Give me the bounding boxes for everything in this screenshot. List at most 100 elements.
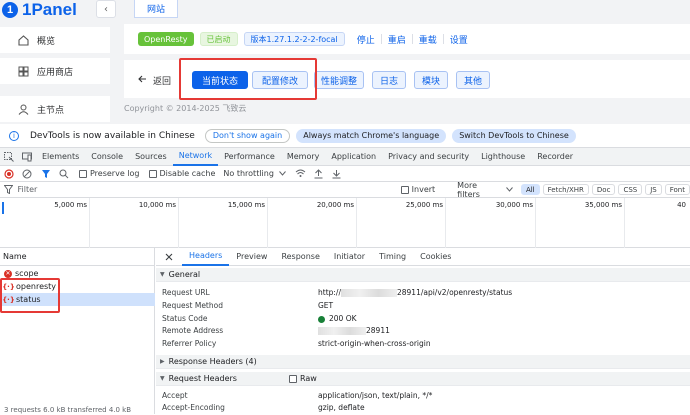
- collapse-sidebar-button[interactable]: ‹: [96, 0, 116, 18]
- header-row: Remote Address 28911: [156, 326, 690, 338]
- timeline-tick-label: 10,000 ms: [138, 201, 176, 209]
- response-headers-section-header[interactable]: ▶ Response Headers (4): [156, 355, 690, 369]
- disable-cache-label: Disable cache: [159, 169, 216, 178]
- tab-preview[interactable]: Preview: [229, 248, 274, 266]
- inspect-element-icon[interactable]: [3, 151, 15, 163]
- other-button[interactable]: 其他: [456, 71, 490, 89]
- preserve-log-checkbox[interactable]: [79, 169, 87, 178]
- close-detail-icon[interactable]: [156, 248, 182, 266]
- network-overview-timeline[interactable]: 5,000 ms 10,000 ms 15,000 ms 20,000 ms 2…: [0, 198, 690, 248]
- status-ok-icon: [318, 315, 325, 323]
- filter-icon[interactable]: [40, 168, 52, 180]
- divider: [380, 34, 382, 44]
- sidebar-item-label: 概览: [37, 36, 56, 47]
- network-conditions-icon[interactable]: [295, 168, 307, 180]
- timeline-tick: [89, 198, 90, 248]
- back-button[interactable]: 返回: [138, 74, 171, 87]
- record-icon[interactable]: [3, 168, 15, 180]
- header-row: Request Method GET: [156, 301, 690, 313]
- divider: [411, 34, 413, 44]
- version-badge: 版本1.27.1.2-2-2-focal: [243, 32, 345, 46]
- arrow-left-icon: [138, 75, 147, 86]
- tab-lighthouse[interactable]: Lighthouse: [475, 148, 531, 166]
- general-section-header[interactable]: ▼ General: [156, 268, 690, 282]
- tab-privacy-security[interactable]: Privacy and security: [382, 148, 475, 166]
- performance-button[interactable]: 性能调整: [314, 71, 364, 89]
- more-filters-dropdown[interactable]: More filters: [457, 181, 500, 199]
- sidebar-item-label: 主节点: [37, 105, 65, 116]
- restart-button[interactable]: 重启: [388, 33, 406, 46]
- disable-cache-checkbox[interactable]: [148, 169, 157, 178]
- highlight-box: [0, 278, 60, 313]
- tab-application[interactable]: Application: [325, 148, 382, 166]
- type-filter-font[interactable]: Font: [664, 184, 690, 195]
- header-row: Referrer Policy strict-origin-when-cross…: [156, 339, 690, 351]
- tab-performance[interactable]: Performance: [218, 148, 281, 166]
- type-filter-all[interactable]: All: [520, 184, 540, 195]
- filter-input[interactable]: Filter: [18, 185, 401, 194]
- tab-network[interactable]: Network: [172, 148, 219, 166]
- triangle-right-icon: ▶: [160, 358, 165, 365]
- grid-icon: [18, 66, 29, 77]
- status-badge: 已启动: [199, 32, 238, 46]
- tab-timing[interactable]: Timing: [372, 248, 413, 266]
- request-headers-section-header[interactable]: ▼ Request Headers Raw: [156, 372, 690, 386]
- settings-button[interactable]: 设置: [450, 33, 468, 46]
- clear-icon[interactable]: [21, 168, 33, 180]
- module-button[interactable]: 模块: [414, 71, 448, 89]
- switch-language-button[interactable]: Switch DevTools to Chinese: [452, 128, 576, 143]
- header-key: Referrer Policy: [162, 339, 217, 348]
- timeline-tick-label: 30,000 ms: [495, 201, 533, 209]
- column-header-name[interactable]: Name: [0, 248, 155, 266]
- sidebar-item-appstore[interactable]: 应用商店: [0, 58, 110, 84]
- reload-button[interactable]: 重载: [419, 33, 437, 46]
- log-button[interactable]: 日志: [372, 71, 406, 89]
- stop-button[interactable]: 停止: [357, 33, 375, 46]
- header-row: Accept application/json, text/plain, */*: [156, 391, 690, 403]
- tab-response[interactable]: Response: [274, 248, 326, 266]
- tab-initiator[interactable]: Initiator: [327, 248, 372, 266]
- throttling-select[interactable]: No throttling: [223, 169, 274, 178]
- triangle-down-icon: ▼: [160, 271, 165, 278]
- match-language-button[interactable]: Always match Chrome's language: [296, 128, 447, 143]
- upload-icon[interactable]: [313, 168, 325, 180]
- app-panel: 1 1Panel 概览 应用商店 主节点 ‹ 网站 OpenResty 已启动 …: [0, 0, 690, 124]
- dont-show-again-button[interactable]: Don't show again: [204, 128, 291, 143]
- header-value: strict-origin-when-cross-origin: [318, 339, 431, 348]
- network-toolbar: Preserve log Disable cache No throttling: [0, 166, 690, 182]
- error-icon: ✕: [4, 269, 12, 278]
- tab-headers[interactable]: Headers: [182, 248, 230, 266]
- tab-memory[interactable]: Memory: [281, 148, 326, 166]
- download-icon[interactable]: [331, 168, 343, 180]
- timeline-tick-label: 20,000 ms: [316, 201, 354, 209]
- tab-console[interactable]: Console: [85, 148, 129, 166]
- invert-checkbox[interactable]: [400, 185, 409, 194]
- search-icon[interactable]: [58, 168, 70, 180]
- timeline-tick-label: 15,000 ms: [227, 201, 265, 209]
- detail-tabbar: Headers Preview Response Initiator Timin…: [156, 248, 690, 266]
- header-key: Request URL: [162, 288, 210, 297]
- type-filter-css[interactable]: CSS: [618, 184, 643, 195]
- back-label: 返回: [153, 77, 172, 87]
- type-filter-fetch-xhr[interactable]: Fetch/XHR: [542, 184, 589, 195]
- timeline-request-bar: [2, 202, 4, 214]
- device-toolbar-icon[interactable]: [21, 151, 33, 163]
- header-row: Request URL http://28911/api/v2/openrest…: [156, 288, 690, 300]
- raw-checkbox[interactable]: [288, 374, 297, 383]
- status-summary: 3 requests 6.0 kB transferred 4.0 kB: [4, 406, 132, 414]
- tab-recorder[interactable]: Recorder: [531, 148, 579, 166]
- header-value: 28911: [318, 326, 390, 335]
- devtools-tabbar: Elements Console Sources Network Perform…: [0, 148, 690, 166]
- timeline-tick: [178, 198, 179, 248]
- sidebar-item-overview[interactable]: 概览: [0, 27, 110, 53]
- type-filter-js[interactable]: JS: [645, 184, 662, 195]
- highlight-box: [179, 58, 317, 100]
- type-filter-doc[interactable]: Doc: [591, 184, 616, 195]
- logo-mark: 1: [2, 2, 18, 18]
- tab-elements[interactable]: Elements: [36, 148, 85, 166]
- sidebar-item-master-node[interactable]: 主节点: [0, 96, 110, 122]
- preserve-log-label: Preserve log: [90, 169, 140, 178]
- tab-website[interactable]: 网站: [134, 0, 179, 18]
- tab-sources[interactable]: Sources: [129, 148, 173, 166]
- tab-cookies[interactable]: Cookies: [413, 248, 458, 266]
